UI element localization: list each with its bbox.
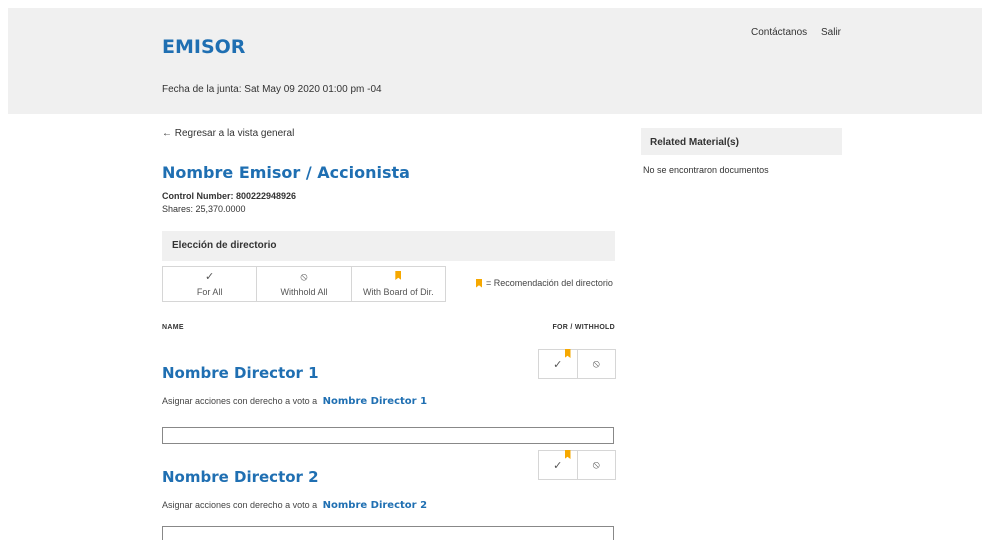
assign-director-name: Nombre Director 2: [322, 500, 428, 511]
contact-link[interactable]: Contáctanos: [751, 27, 807, 38]
related-materials-header: Related Material(s): [641, 128, 842, 155]
prohibited-icon: ⦸: [592, 357, 600, 370]
for-withhold-column-header: FOR / WITHHOLD: [552, 324, 615, 331]
recommendation-legend: = Recomendación del directorio: [476, 278, 613, 288]
related-materials-title: Related Material(s): [650, 137, 739, 148]
holder-name-heading: Nombre Emisor / Accionista: [162, 163, 410, 182]
name-column-header: NAME: [162, 324, 184, 331]
assign-director-name: Nombre Director 1: [322, 396, 428, 407]
assign-shares-label: Asignar acciones con derecho a voto a No…: [162, 396, 427, 407]
director-2-shares-input[interactable]: [162, 526, 614, 540]
checkmark-icon: ✓: [553, 358, 563, 371]
bookmark-flag-icon: [395, 271, 402, 283]
header-band: [8, 8, 982, 114]
bookmark-flag-icon: [564, 450, 571, 459]
no-documents-message: No se encontraron documentos: [643, 165, 769, 175]
legend-text: = Recomendación del directorio: [486, 278, 613, 288]
vote-for-button[interactable]: ✓: [539, 450, 578, 479]
director-name: Nombre Director 2: [162, 468, 319, 486]
bookmark-flag-icon: [564, 349, 571, 358]
shares-count: Shares: 25,370.0000: [162, 204, 246, 214]
control-number: Control Number: 800222948926: [162, 191, 297, 201]
assign-prefix: Asignar acciones con derecho a voto a: [162, 500, 318, 510]
withhold-all-button[interactable]: ⦸ Withhold All: [257, 267, 352, 301]
for-all-label: For All: [196, 287, 223, 297]
prohibited-icon: ⦸: [592, 458, 600, 471]
checkmark-icon: ✓: [205, 271, 215, 283]
meeting-date: Fecha de la junta: Sat May 09 2020 01:00…: [162, 84, 382, 95]
director-1-vote-toggle: ✓ ⦸: [538, 349, 616, 379]
prohibited-icon: ⦸: [300, 271, 308, 283]
director-2-vote-toggle: ✓ ⦸: [538, 450, 616, 480]
with-board-button[interactable]: With Board of Dir.: [352, 267, 445, 301]
back-to-overview-link[interactable]: ← Regresar a la vista general: [162, 128, 294, 139]
withhold-all-label: Withhold All: [280, 287, 328, 297]
with-board-label: With Board of Dir.: [363, 287, 434, 297]
logout-link[interactable]: Salir: [821, 27, 841, 38]
election-section-header: Elección de directorio: [162, 231, 615, 261]
assign-shares-label: Asignar acciones con derecho a voto a No…: [162, 500, 427, 511]
bulk-vote-buttons: ✓ For All ⦸ Withhold All With Board of D…: [162, 266, 446, 302]
section-title: Elección de directorio: [172, 240, 277, 251]
assign-prefix: Asignar acciones con derecho a voto a: [162, 396, 318, 406]
vote-for-button[interactable]: ✓: [539, 349, 578, 378]
for-all-button[interactable]: ✓ For All: [163, 267, 258, 301]
director-1-shares-input[interactable]: [162, 427, 614, 444]
checkmark-icon: ✓: [553, 459, 563, 472]
vote-withhold-button[interactable]: ⦸: [578, 350, 616, 378]
issuer-title: EMISOR: [162, 36, 246, 58]
director-name: Nombre Director 1: [162, 364, 319, 382]
vote-withhold-button[interactable]: ⦸: [578, 451, 616, 479]
bookmark-flag-icon: [476, 278, 482, 288]
